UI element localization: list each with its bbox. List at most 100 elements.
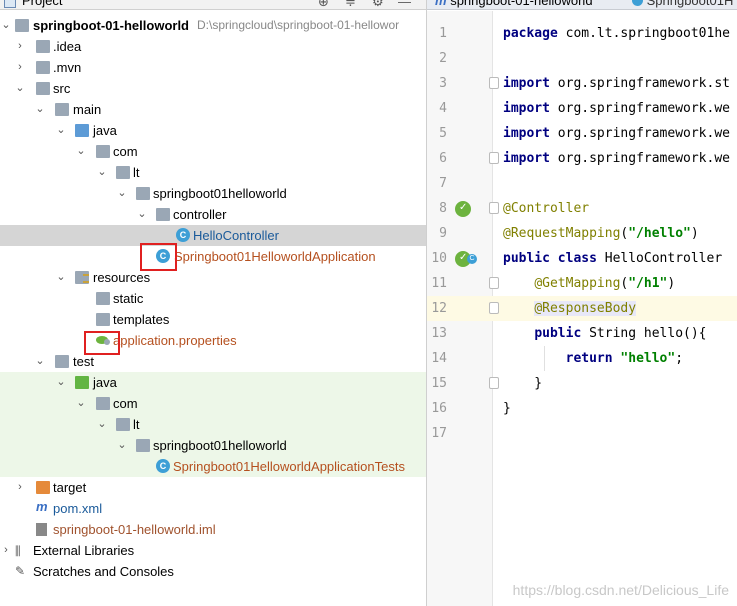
line-number[interactable]: 9 [427, 221, 447, 246]
code-text[interactable]: import org.springframework.we [503, 96, 730, 121]
code-text[interactable]: import org.springframework.st [503, 71, 730, 96]
line-number[interactable]: 10 [427, 246, 447, 271]
code-line[interactable]: 15 } [427, 371, 737, 396]
code-text[interactable]: @Controller [503, 196, 589, 221]
tree-item-pom[interactable]: m pom.xml [0, 498, 426, 519]
chevron-down-icon[interactable]: ⌄ [34, 351, 46, 372]
line-number[interactable]: 14 [427, 346, 447, 371]
tree-item-controller[interactable]: ⌄ controller [0, 204, 426, 225]
fold-marker-icon[interactable] [489, 77, 499, 89]
line-number[interactable]: 2 [427, 46, 447, 71]
tab-application[interactable]: Springboot01H [632, 0, 733, 8]
chevron-down-icon[interactable]: ⌄ [75, 393, 87, 414]
tree-item-resources[interactable]: ⌄ resources [0, 267, 426, 288]
tree-item-application[interactable]: C Springboot01HelloworldApplication [0, 246, 426, 267]
code-line[interactable]: 7 [427, 171, 737, 196]
tree-item-src[interactable]: ⌄ src [0, 78, 426, 99]
tree-item-test-java[interactable]: ⌄ java [0, 372, 426, 393]
line-number[interactable]: 6 [427, 146, 447, 171]
chevron-right-icon[interactable]: › [0, 540, 12, 561]
chevron-down-icon[interactable]: ⌄ [14, 78, 26, 99]
code-text[interactable]: } [503, 396, 511, 421]
locate-icon[interactable]: ⊕ [318, 0, 329, 9]
code-line[interactable]: 6 import org.springframework.we [427, 146, 737, 171]
project-panel-title[interactable]: Project [22, 0, 62, 8]
chevron-down-icon[interactable]: ⌄ [55, 120, 67, 141]
code-editor[interactable]: m springboot-01-helloworld Springboot01H… [427, 0, 737, 606]
code-text[interactable]: return "hello"; [503, 346, 683, 371]
tree-item-scratches[interactable]: ✎ Scratches and Consoles [0, 561, 426, 582]
tree-item-lt[interactable]: ⌄ lt [0, 162, 426, 183]
code-line[interactable]: 3 import org.springframework.st [427, 71, 737, 96]
tree-item-hello-controller[interactable]: C HelloController [0, 225, 426, 246]
chevron-down-icon[interactable]: ⌄ [55, 267, 67, 288]
line-number[interactable]: 4 [427, 96, 447, 121]
chevron-down-icon[interactable]: ⌄ [116, 183, 128, 204]
tree-item-mvn[interactable]: › .mvn [0, 57, 426, 78]
tree-item-test-com[interactable]: ⌄ com [0, 393, 426, 414]
chevron-down-icon[interactable]: ⌄ [34, 99, 46, 120]
tree-item-target[interactable]: › target [0, 477, 426, 498]
fold-marker-icon[interactable] [489, 202, 499, 214]
line-number[interactable]: 16 [427, 396, 447, 421]
fold-marker-icon[interactable] [489, 302, 499, 314]
code-text[interactable]: @RequestMapping("/hello") [503, 221, 699, 246]
tree-item-templates[interactable]: templates [0, 309, 426, 330]
spring-bean-gutter-icon[interactable]: ✓ [455, 201, 471, 217]
line-number[interactable]: 7 [427, 171, 447, 196]
tree-item-package[interactable]: ⌄ springboot01helloworld [0, 183, 426, 204]
tree-item-java[interactable]: ⌄ java [0, 120, 426, 141]
tree-item-test-lt[interactable]: ⌄ lt [0, 414, 426, 435]
code-line[interactable]: 11 @GetMapping("/h1") [427, 271, 737, 296]
code-line[interactable]: 5 import org.springframework.we [427, 121, 737, 146]
tree-item-iml[interactable]: springboot-01-helloworld.iml [0, 519, 426, 540]
chevron-down-icon[interactable]: ⌄ [96, 414, 108, 435]
code-text[interactable]: @ResponseBody [503, 296, 637, 321]
tab-pom[interactable]: m springboot-01-helloworld [435, 0, 593, 8]
line-number[interactable]: 5 [427, 121, 447, 146]
class-gutter-icon[interactable]: C [467, 254, 477, 264]
chevron-right-icon[interactable]: › [14, 36, 26, 57]
tree-item-root[interactable]: ⌄ springboot-01-helloworld D:\springclou… [0, 15, 426, 36]
line-number[interactable]: 12 [427, 296, 447, 321]
line-number[interactable]: 15 [427, 371, 447, 396]
chevron-down-icon[interactable]: ⌄ [75, 141, 87, 162]
code-line[interactable]: 12 @ResponseBody [427, 296, 737, 321]
chevron-down-icon[interactable]: ⌄ [55, 372, 67, 393]
code-line[interactable]: 8 ✓ @Controller [427, 196, 737, 221]
tree-item-test[interactable]: ⌄ test [0, 351, 426, 372]
line-number[interactable]: 8 [427, 196, 447, 221]
code-line[interactable]: 4 import org.springframework.we [427, 96, 737, 121]
chevron-right-icon[interactable]: › [14, 477, 26, 498]
code-text[interactable]: import org.springframework.we [503, 146, 730, 171]
chevron-right-icon[interactable]: › [14, 57, 26, 78]
code-line[interactable]: 10 ✓ Cpublic class HelloController [427, 246, 737, 271]
code-text[interactable]: package com.lt.springboot01he [503, 21, 730, 46]
code-text[interactable]: @GetMapping("/h1") [503, 271, 675, 296]
chevron-down-icon[interactable]: ⌄ [116, 435, 128, 456]
line-number[interactable]: 3 [427, 71, 447, 96]
code-line[interactable]: 1 package com.lt.springboot01he [427, 21, 737, 46]
chevron-down-icon[interactable]: ⌄ [136, 204, 148, 225]
fold-marker-icon[interactable] [489, 152, 499, 164]
collapse-all-icon[interactable]: ≑ [345, 0, 356, 9]
chevron-down-icon[interactable]: ⌄ [96, 162, 108, 183]
tree-item-static[interactable]: static [0, 288, 426, 309]
tree-item-application-tests[interactable]: C Springboot01HelloworldApplicationTests [0, 456, 426, 477]
fold-marker-icon[interactable] [489, 277, 499, 289]
code-line[interactable]: 14 return "hello"; [427, 346, 737, 371]
tree-item-main[interactable]: ⌄ main [0, 99, 426, 120]
tree-item-test-package[interactable]: ⌄ springboot01helloworld [0, 435, 426, 456]
code-line[interactable]: 16} [427, 396, 737, 421]
hide-icon[interactable]: — [398, 0, 411, 9]
code-text[interactable]: public String hello(){ [503, 321, 706, 346]
line-number[interactable]: 17 [427, 421, 447, 446]
tree-item-external-libraries[interactable]: › ⫼ External Libraries [0, 540, 426, 561]
code-line[interactable]: 17 [427, 421, 737, 446]
tree-item-com[interactable]: ⌄ com [0, 141, 426, 162]
chevron-down-icon[interactable]: ⌄ [0, 15, 12, 36]
code-text[interactable]: } [503, 371, 542, 396]
tree-item-idea[interactable]: › .idea [0, 36, 426, 57]
line-number[interactable]: 1 [427, 21, 447, 46]
fold-marker-icon[interactable] [489, 377, 499, 389]
